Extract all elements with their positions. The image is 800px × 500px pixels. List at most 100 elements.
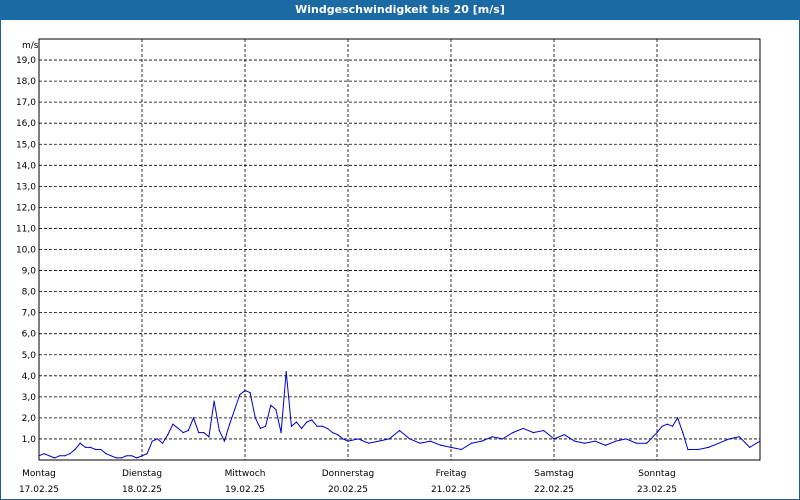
- data-point: [342, 438, 344, 440]
- data-point: [316, 425, 318, 427]
- y-tick-label: 6,0: [22, 330, 37, 340]
- data-point: [228, 423, 231, 425]
- data-point: [69, 453, 71, 455]
- x-date-label: 17.02.25: [19, 485, 59, 495]
- y-tick-label: 15,0: [16, 140, 36, 150]
- y-tick-label: 14,0: [16, 161, 36, 171]
- data-point: [429, 440, 431, 442]
- y-tick-label: 4,0: [22, 372, 37, 382]
- data-point: [687, 448, 689, 451]
- data-point: [481, 440, 483, 442]
- y-tick-label: 3,0: [22, 393, 37, 403]
- x-date-label: 23.02.25: [637, 485, 677, 495]
- data-point: [187, 429, 189, 432]
- y-tick-label: 1,0: [22, 435, 37, 445]
- data-point: [357, 438, 359, 440]
- x-day-label: Mittwoch: [225, 469, 266, 479]
- data-point: [491, 436, 493, 438]
- data-point: [604, 444, 607, 446]
- data-point: [198, 432, 200, 434]
- data-point: [301, 427, 303, 430]
- data-point: [53, 457, 56, 459]
- data-point: [398, 429, 401, 432]
- data-point: [136, 457, 138, 459]
- x-day-label: Dienstag: [122, 469, 162, 479]
- data-point: [409, 438, 411, 440]
- x-day-label: Donnerstag: [322, 469, 375, 479]
- x-date-label: 19.02.25: [225, 485, 265, 495]
- data-point: [74, 448, 76, 451]
- data-point: [337, 434, 339, 436]
- data-point: [218, 429, 220, 432]
- window-title: Windgeschwindigkeit bis 20 [m/s]: [0, 0, 800, 20]
- y-tick-label: 17,0: [16, 98, 36, 108]
- data-point: [419, 442, 421, 444]
- data-point: [656, 432, 658, 434]
- data-point: [208, 436, 210, 438]
- y-tick-label: 12,0: [16, 203, 36, 213]
- wind-speed-chart: m/s 1,02,03,04,05,06,07,08,09,010,011,01…: [16, 38, 761, 495]
- data-point: [522, 427, 524, 430]
- data-point: [120, 457, 122, 459]
- data-point: [125, 455, 128, 457]
- data-point: [368, 442, 370, 444]
- data-point: [265, 425, 267, 427]
- y-tick-label: 11,0: [16, 224, 36, 234]
- data-point: [666, 423, 668, 425]
- data-point: [84, 446, 86, 448]
- data-point: [290, 425, 292, 427]
- data-point: [311, 419, 313, 421]
- data-point: [512, 432, 514, 434]
- data-point: [321, 425, 323, 427]
- data-point: [146, 453, 148, 455]
- y-tick-label: 7,0: [22, 309, 37, 319]
- data-point: [677, 417, 679, 419]
- data-point: [718, 442, 720, 444]
- grid-lines: [39, 39, 760, 460]
- data-point: [671, 425, 674, 427]
- data-point: [89, 446, 92, 448]
- x-date-label: 20.02.25: [328, 485, 368, 495]
- data-point: [532, 432, 535, 434]
- data-point: [707, 446, 710, 448]
- data-point: [79, 442, 81, 444]
- data-point: [594, 440, 596, 442]
- data-point: [388, 438, 390, 440]
- data-point: [450, 446, 452, 448]
- data-point: [254, 417, 256, 419]
- series-points: [38, 370, 761, 459]
- y-tick-label: 16,0: [16, 119, 36, 129]
- data-point: [543, 429, 545, 432]
- y-tick-label: 5,0: [22, 351, 37, 361]
- data-point: [167, 434, 169, 436]
- data-point: [615, 440, 617, 442]
- data-point: [749, 446, 751, 448]
- y-tick-labels: 1,0 2,0 3,0 4,0 5,0 6,0 7,0 8,0 9,0 10,0 11,0 12,0 1…: [16, 56, 36, 445]
- data-point: [48, 455, 50, 457]
- data-point: [213, 400, 215, 402]
- data-point: [259, 427, 262, 430]
- data-point: [728, 438, 730, 440]
- y-tick-label: 10,0: [16, 246, 36, 256]
- y-tick-label: 2,0: [22, 414, 37, 424]
- data-point: [285, 370, 287, 373]
- data-point: [280, 432, 282, 434]
- data-point: [326, 427, 328, 430]
- y-tick-label: 9,0: [22, 267, 37, 277]
- y-tick-label: 19,0: [16, 56, 36, 66]
- data-point: [177, 427, 179, 430]
- data-point: [460, 448, 462, 451]
- data-point: [156, 438, 159, 440]
- data-point: [295, 421, 298, 423]
- data-point: [440, 444, 442, 446]
- data-point: [574, 440, 576, 442]
- y-tick-label: 8,0: [22, 288, 37, 298]
- data-point: [234, 408, 236, 411]
- data-point: [331, 432, 334, 434]
- x-day-label: Samstag: [534, 469, 573, 479]
- data-point: [203, 432, 205, 434]
- data-point: [275, 408, 277, 411]
- data-point: [110, 455, 112, 457]
- data-point: [43, 453, 45, 455]
- data-point: [100, 448, 102, 451]
